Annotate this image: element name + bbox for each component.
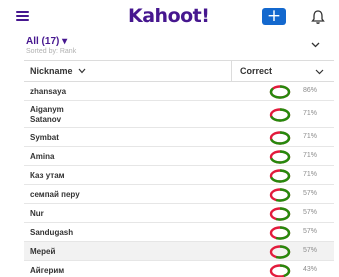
table-row[interactable]: Aiganym Satanov 71%	[24, 101, 334, 128]
player-nickname: Sandugash	[30, 227, 74, 237]
correct-percentage: 71%	[303, 152, 318, 159]
table-row[interactable]: Symbat 71%	[24, 128, 334, 147]
correct-percentage: 86%	[303, 87, 318, 94]
player-nickname: zhansaya	[30, 86, 67, 96]
table-row[interactable]: Sandugash 57%	[24, 223, 334, 242]
table-row[interactable]: Nur 57%	[24, 204, 334, 223]
correct-ring-icon	[269, 107, 291, 122]
correct-percentage: 57%	[303, 228, 318, 235]
correct-percentage: 43%	[303, 266, 318, 273]
correct-ring-icon	[269, 84, 291, 99]
sort-note: Sorted by: Rank	[26, 48, 77, 55]
correct-percentage: 57%	[303, 209, 318, 216]
player-nickname: Айгерим	[30, 265, 65, 275]
chevron-down-icon[interactable]	[311, 40, 320, 49]
correct-ring-icon	[269, 225, 291, 240]
correct-ring-icon	[269, 168, 291, 183]
correct-column-dropdown[interactable]: Correct	[231, 61, 334, 82]
table-row[interactable]: Каз утам 71%	[24, 166, 334, 185]
correct-ring-icon	[269, 130, 291, 145]
correct-ring-icon	[269, 206, 291, 221]
kahoot-logo[interactable]: Kahoot!	[128, 5, 210, 27]
filter-label[interactable]: All (17) ▾	[26, 36, 326, 47]
table-row[interactable]: семпай перу 57%	[24, 185, 334, 204]
create-button[interactable]: +	[262, 8, 286, 25]
table-row[interactable]: Айгерим 43%	[24, 261, 334, 277]
player-list: zhansaya 86% Aiganym Satanov 71% Symbat 71% Am…	[24, 82, 334, 277]
player-nickname: Aiganym Satanov	[30, 104, 64, 124]
bell-icon[interactable]	[311, 9, 325, 25]
correct-header-label: Correct	[240, 66, 273, 76]
chevron-down-icon	[315, 69, 324, 75]
correct-ring-icon	[269, 149, 291, 164]
table-row[interactable]: zhansaya 86%	[24, 82, 334, 101]
table-row[interactable]: Мерей 57%	[24, 242, 334, 261]
nickname-header-label: Nickname	[30, 66, 73, 76]
correct-percentage: 71%	[303, 171, 318, 178]
table-row[interactable]: Amina 71%	[24, 147, 334, 166]
table-header: Nickname Correct	[24, 60, 334, 82]
player-nickname: семпай перу	[30, 189, 80, 199]
player-nickname: Symbat	[30, 132, 59, 142]
correct-percentage: 71%	[303, 133, 318, 140]
player-nickname: Каз утам	[30, 170, 65, 180]
top-bar: Kahoot! +	[0, 0, 339, 34]
player-nickname: Amina	[30, 151, 55, 161]
correct-percentage: 57%	[303, 247, 318, 254]
correct-ring-icon	[269, 187, 291, 202]
correct-ring-icon	[269, 263, 291, 277]
correct-ring-icon	[269, 244, 291, 259]
player-nickname: Мерей	[30, 246, 56, 256]
menu-icon[interactable]	[16, 11, 29, 21]
correct-percentage: 71%	[303, 110, 318, 117]
nickname-column-header[interactable]: Nickname	[30, 66, 86, 76]
chevron-down-icon	[78, 68, 86, 74]
correct-percentage: 57%	[303, 190, 318, 197]
player-nickname: Nur	[30, 208, 44, 218]
